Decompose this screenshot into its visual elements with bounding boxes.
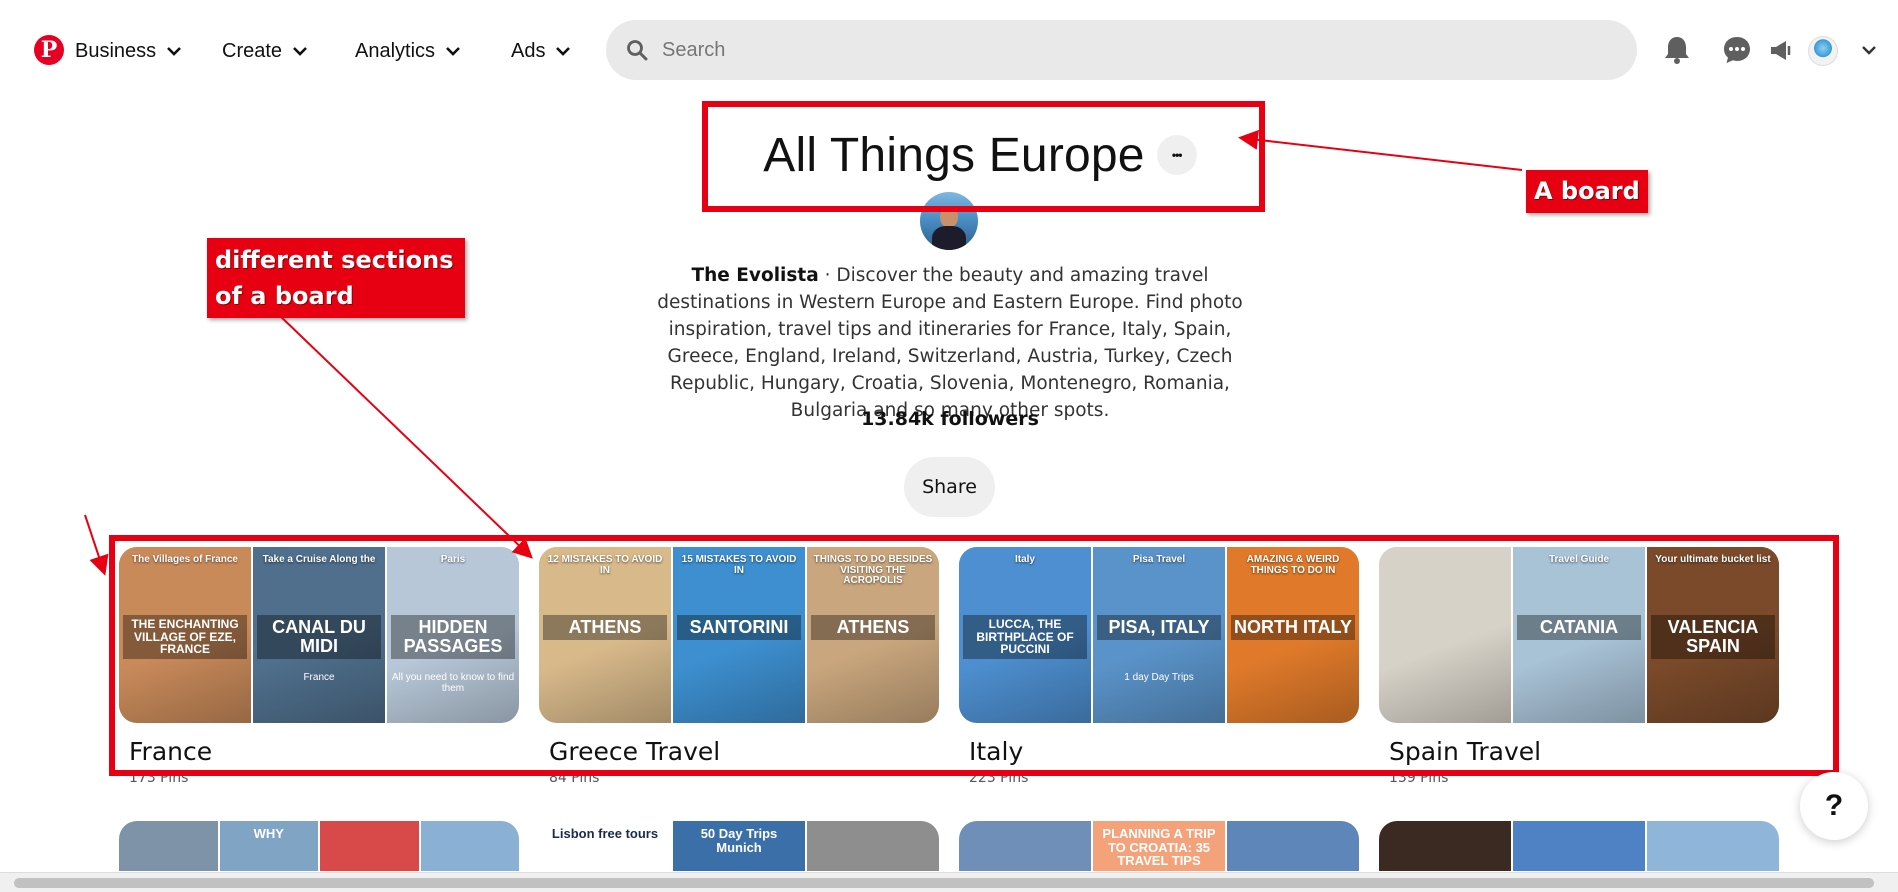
section-cover-image: PLANNING A TRIP TO CROATIA: 35 TRAVEL TI… bbox=[1093, 821, 1225, 871]
avatar-body bbox=[932, 226, 966, 250]
section-cover-collage[interactable]: Lisbon free tours 50 Day Trips Munich bbox=[539, 821, 939, 871]
cover-caption: PLANNING A TRIP TO CROATIA: 35 TRAVEL TI… bbox=[1102, 826, 1216, 869]
description-separator: · bbox=[818, 265, 837, 286]
section-cover-image bbox=[959, 821, 1091, 871]
cover-caption: Lisbon free tours bbox=[551, 826, 659, 841]
nav-analytics-label: Analytics bbox=[355, 39, 436, 62]
section-cover-image bbox=[1513, 821, 1645, 871]
account-chevron-down-icon[interactable] bbox=[1852, 33, 1886, 67]
board-description-text: Discover the beauty and amazing travel d… bbox=[657, 265, 1243, 421]
search-bar[interactable] bbox=[606, 20, 1637, 80]
horizontal-scrollbar[interactable] bbox=[0, 872, 1898, 892]
announcements-megaphone-icon[interactable] bbox=[1764, 33, 1798, 67]
nav-analytics[interactable]: Analytics bbox=[355, 34, 461, 68]
section-cover-collage[interactable]: WHY bbox=[119, 821, 519, 871]
nav-business[interactable]: Business bbox=[75, 34, 182, 68]
search-input[interactable] bbox=[662, 38, 1562, 62]
help-button[interactable]: ? bbox=[1800, 772, 1868, 840]
arrow-to-board bbox=[1238, 129, 1523, 171]
arrow-to-sections-left bbox=[84, 514, 109, 576]
section-cover-collage[interactable] bbox=[1379, 821, 1779, 871]
messages-icon[interactable] bbox=[1720, 33, 1754, 67]
cover-caption: WHY bbox=[253, 826, 284, 841]
section-cover-image bbox=[320, 821, 419, 871]
board-owner-name[interactable]: The Evolista bbox=[692, 265, 819, 286]
nav-business-label: Business bbox=[75, 39, 157, 62]
notifications-bell-icon[interactable] bbox=[1660, 33, 1694, 67]
search-icon bbox=[627, 40, 648, 61]
section-cover-image: Lisbon free tours bbox=[539, 821, 671, 871]
sections-annotation-line2: of a board bbox=[215, 282, 354, 310]
section-cover-image bbox=[119, 821, 218, 871]
section-cover-image: WHY bbox=[219, 821, 318, 871]
sections-annotation-line1: different sections bbox=[215, 246, 454, 274]
sections-highlight-box bbox=[109, 535, 1839, 776]
account-avatar[interactable] bbox=[1808, 36, 1838, 66]
section-cover-image: 50 Day Trips Munich bbox=[673, 821, 805, 871]
nav-create[interactable]: Create bbox=[222, 34, 308, 68]
chevron-down-icon bbox=[293, 47, 307, 56]
board-description: The Evolista · Discover the beauty and a… bbox=[640, 262, 1260, 424]
nav-ads-label: Ads bbox=[511, 39, 546, 62]
arrow-to-sections bbox=[276, 312, 533, 559]
section-cover-image bbox=[1647, 821, 1779, 871]
board-highlight-box bbox=[702, 101, 1265, 212]
top-nav: P Business Create Analytics Ads bbox=[0, 0, 1898, 102]
section-cover-collage[interactable]: PLANNING A TRIP TO CROATIA: 35 TRAVEL TI… bbox=[959, 821, 1359, 871]
share-button[interactable]: Share bbox=[904, 457, 995, 517]
chevron-down-icon bbox=[446, 47, 460, 56]
help-question-icon: ? bbox=[1824, 789, 1844, 822]
share-button-label: Share bbox=[922, 476, 977, 498]
section-cover-image bbox=[420, 821, 519, 871]
section-cover-image bbox=[1227, 821, 1359, 871]
cover-caption: 50 Day Trips Munich bbox=[700, 826, 778, 855]
nav-ads[interactable]: Ads bbox=[511, 34, 571, 68]
sections-annotation-label: different sections of a board bbox=[207, 238, 465, 318]
chevron-down-icon bbox=[167, 47, 182, 56]
nav-create-label: Create bbox=[222, 39, 283, 62]
scrollbar-thumb[interactable] bbox=[14, 878, 1874, 888]
section-cover-image bbox=[1379, 821, 1511, 871]
board-annotation-label: A board bbox=[1526, 170, 1648, 213]
section-cover-image bbox=[807, 821, 939, 871]
pinterest-logo-icon[interactable]: P bbox=[34, 35, 64, 65]
board-followers-count[interactable]: 13.84k followers bbox=[800, 408, 1100, 430]
chevron-down-icon bbox=[556, 47, 571, 56]
